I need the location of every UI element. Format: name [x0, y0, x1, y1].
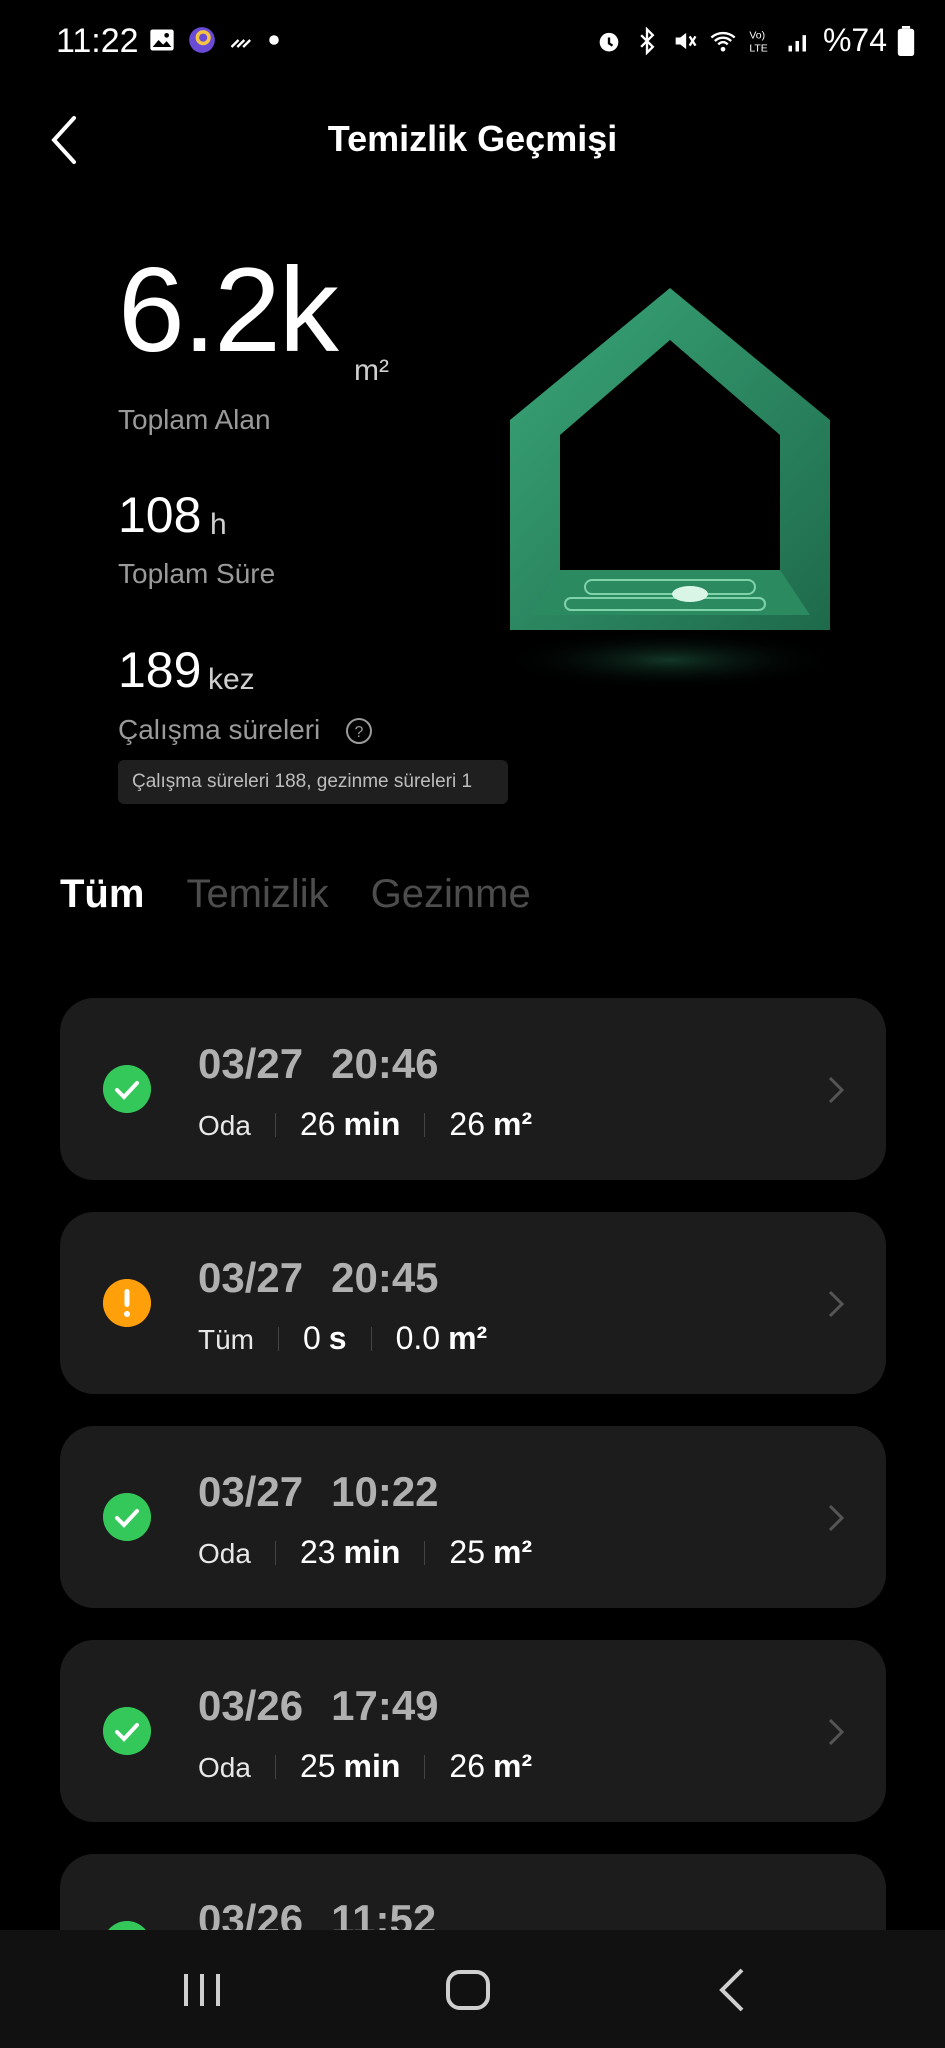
record-date: 03/26 [198, 1682, 304, 1729]
record-mode: Oda [198, 1110, 251, 1141]
nav-back-icon[interactable] [704, 1960, 764, 2020]
chevron-right-icon [828, 1504, 845, 1532]
total-area-value: 6.2k [118, 243, 339, 377]
history-record[interactable]: 03/27 20:45 Tüm 0s 0.0 m² [60, 1212, 886, 1394]
history-list: 03/27 20:46 Oda 26 min 26 m² 03/27 20:45 Tüm… [60, 998, 886, 1930]
record-duration: 26 [299, 1106, 336, 1142]
divider [274, 1112, 276, 1137]
divider [274, 1540, 276, 1565]
alarm-icon [599, 32, 619, 51]
history-record[interactable]: 03/26 11:52 [60, 1854, 886, 1930]
record-datetime: 03/27 20:46 [198, 1040, 439, 1088]
record-duration: 25 [299, 1748, 336, 1784]
record-area: 0.0 [395, 1320, 441, 1356]
record-duration-unit: min [343, 1748, 401, 1784]
chevron-right-icon [828, 1718, 845, 1746]
chevron-right-icon [828, 1076, 845, 1104]
record-duration: 0 [303, 1320, 321, 1356]
divider [424, 1540, 426, 1565]
history-record[interactable]: 03/27 10:22 Oda 23 min 25 m² [60, 1426, 886, 1608]
warning-icon [103, 1279, 151, 1327]
success-check-icon [103, 1707, 151, 1755]
signal-icon [788, 34, 806, 51]
record-date: 03/27 [198, 1040, 304, 1087]
home-icon[interactable] [438, 1960, 498, 2020]
record-time: 20:45 [331, 1254, 439, 1301]
dot-icon [269, 35, 279, 45]
run-count-value: 189 [118, 642, 202, 698]
house-illustration-icon [500, 288, 840, 690]
success-check-icon [103, 1493, 151, 1541]
record-time: 17:49 [331, 1682, 439, 1729]
divider [278, 1326, 279, 1351]
tab-all[interactable]: Tüm [60, 872, 144, 917]
total-time-unit: h [210, 508, 227, 541]
run-count-note: Çalışma süreleri 188, gezinme süreleri 1 [118, 760, 508, 804]
status-time: 11:22 [56, 22, 139, 60]
record-date: 03/26 [198, 1896, 304, 1930]
record-duration-unit: s [328, 1320, 347, 1356]
battery-percent: %74 [822, 22, 887, 58]
record-date: 03/27 [198, 1254, 304, 1301]
tab-navigation[interactable]: Gezinme [371, 872, 531, 917]
divider [370, 1326, 372, 1351]
record-area: 26 [449, 1748, 486, 1784]
success-check-icon [103, 1921, 151, 1930]
history-record[interactable]: 03/26 17:49 Oda 25 min 26 m² [60, 1640, 886, 1822]
tab-cleaning[interactable]: Temizlik [186, 872, 328, 917]
history-record[interactable]: 03/27 20:46 Oda 26 min 26 m² [60, 998, 886, 1180]
battery-icon [897, 25, 915, 56]
filter-tabs: Tüm Temizlik Gezinme [60, 872, 531, 917]
record-area-unit: m² [493, 1534, 533, 1570]
total-area-unit: m² [354, 354, 389, 387]
record-datetime: 03/26 17:49 [198, 1682, 439, 1730]
record-time: 11:52 [331, 1896, 437, 1930]
divider [424, 1754, 426, 1779]
status-bar: 11:22 Vo) LTE %74 [0, 0, 945, 88]
help-icon[interactable]: ? [344, 716, 374, 746]
record-area-unit: m² [493, 1106, 533, 1142]
record-datetime: 03/26 11:52 [198, 1896, 436, 1930]
record-mode: Tüm [198, 1324, 254, 1355]
record-area-unit: m² [493, 1748, 533, 1784]
wifi-icon [710, 31, 736, 51]
success-check-icon [103, 1065, 151, 1113]
svg-text:LTE: LTE [749, 42, 767, 54]
wifi-calling-icon [230, 39, 251, 48]
divider [424, 1112, 426, 1137]
app-badge-icon [189, 27, 215, 53]
total-time-label: Toplam Süre [118, 558, 276, 589]
record-time: 20:46 [331, 1040, 439, 1087]
record-duration-unit: min [343, 1534, 401, 1570]
run-count-label: Çalışma süreleri [118, 714, 321, 745]
system-nav-bar [0, 1930, 945, 2048]
record-datetime: 03/27 10:22 [198, 1468, 439, 1516]
record-time: 10:22 [331, 1468, 439, 1515]
divider [274, 1754, 276, 1779]
bluetooth-icon [640, 26, 655, 55]
record-mode: Oda [198, 1752, 251, 1783]
chevron-right-icon [828, 1290, 845, 1318]
svg-text:Vo): Vo) [749, 29, 765, 41]
mute-icon [675, 32, 697, 49]
image-icon [150, 29, 174, 51]
record-area: 25 [449, 1534, 486, 1570]
record-date: 03/27 [198, 1468, 304, 1515]
record-datetime: 03/27 20:45 [198, 1254, 439, 1302]
total-area-label: Toplam Alan [118, 404, 271, 435]
record-duration: 23 [299, 1534, 336, 1570]
svg-text:?: ? [355, 724, 364, 741]
total-time-value: 108 [118, 487, 202, 543]
record-duration-unit: min [343, 1106, 401, 1142]
volte-icon: Vo)LTE [749, 29, 767, 54]
record-area: 26 [449, 1106, 486, 1142]
record-area-unit: m² [448, 1320, 488, 1356]
record-mode: Oda [198, 1538, 251, 1569]
run-count-unit: kez [208, 663, 255, 696]
recent-apps-icon[interactable] [172, 1960, 232, 2020]
page-title: Temizlik Geçmişi [327, 118, 618, 159]
